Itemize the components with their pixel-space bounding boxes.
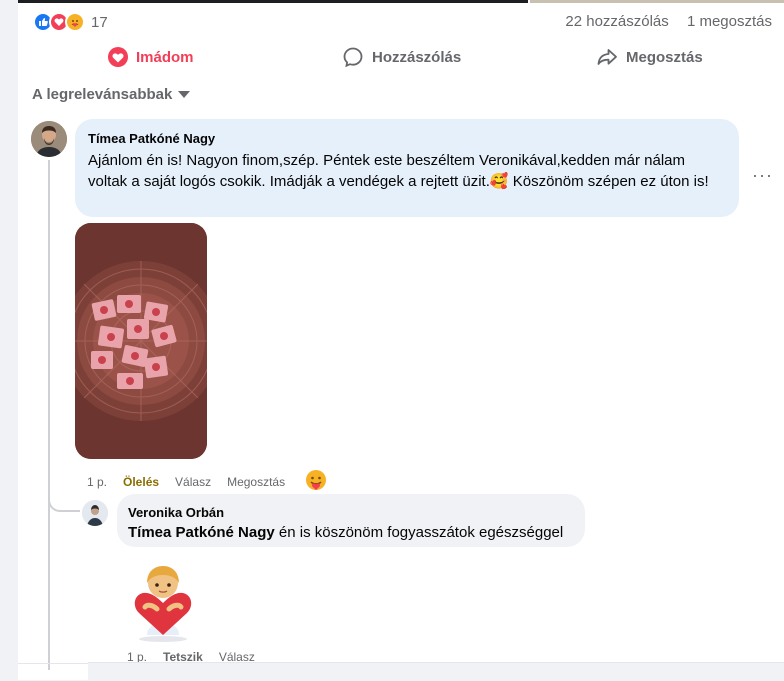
comment-composer[interactable] [88, 662, 784, 681]
post-stats: 22 hozzászólás 1 megosztás [551, 13, 772, 30]
comment-icon [343, 47, 363, 68]
comment-attachment-photo[interactable] [75, 223, 207, 459]
reply-body: én is köszönöm fogyasszátok egészséggel [274, 524, 564, 541]
heart-hug-sticker[interactable] [131, 563, 195, 643]
post-action-bar: Imádom Hozzászólás Megosztás [18, 40, 784, 74]
reaction-count: 17 [91, 13, 108, 31]
care-icon[interactable] [305, 469, 327, 494]
share-comment-button[interactable]: Megosztás [227, 475, 285, 489]
more-options-icon[interactable]: ··· [752, 165, 773, 186]
avatar[interactable] [31, 121, 67, 157]
care-icon [65, 12, 85, 32]
shares-count-link[interactable]: 1 megosztás [687, 13, 772, 30]
reactions-summary[interactable]: 17 [33, 10, 108, 34]
love-label: Imádom [136, 48, 194, 66]
share-icon [597, 49, 617, 65]
avatar[interactable] [82, 500, 108, 526]
comment-time[interactable]: 1 p. [87, 475, 107, 489]
share-label: Megosztás [626, 48, 703, 66]
reply-author[interactable]: Veronika Orbán [128, 505, 573, 520]
comment-label: Hozzászólás [372, 48, 462, 66]
comment-text: Ajánlom én is! Nagyon finom,szép. Péntek… [88, 152, 709, 190]
comment-bubble: Tímea Patkóné Nagy Ajánlom én is! Nagyon… [75, 119, 739, 217]
comment-button[interactable]: Hozzászólás [342, 40, 461, 74]
reply-connector [48, 480, 80, 512]
caret-down-icon [178, 91, 191, 98]
thread-line [48, 160, 50, 670]
comments-count-link[interactable]: 22 hozzászólás [565, 13, 668, 30]
heart-icon [108, 47, 128, 67]
reply-text: Tímea Patkóné Nagy én is köszönöm fogyas… [128, 522, 573, 543]
comment-meta: 1 p. Ölelés Válasz Megosztás [87, 469, 343, 494]
tagged-user[interactable]: Tímea Patkóné Nagy [128, 524, 275, 541]
share-button[interactable]: Megosztás [596, 40, 703, 74]
comment-sort-dropdown[interactable]: A legrelevánsabbak [32, 86, 191, 103]
reply-button[interactable]: Válasz [175, 475, 211, 489]
love-reaction-button[interactable]: Imádom [108, 40, 194, 74]
top-image-edge [530, 0, 784, 3]
top-divider [18, 0, 528, 3]
hug-reaction-button[interactable]: Ölelés [123, 475, 159, 489]
reply-bubble: Veronika Orbán Tímea Patkóné Nagy én is … [117, 494, 585, 547]
comment-author[interactable]: Tímea Patkóné Nagy [88, 131, 727, 146]
sort-label: A legrelevánsabbak [32, 86, 173, 103]
